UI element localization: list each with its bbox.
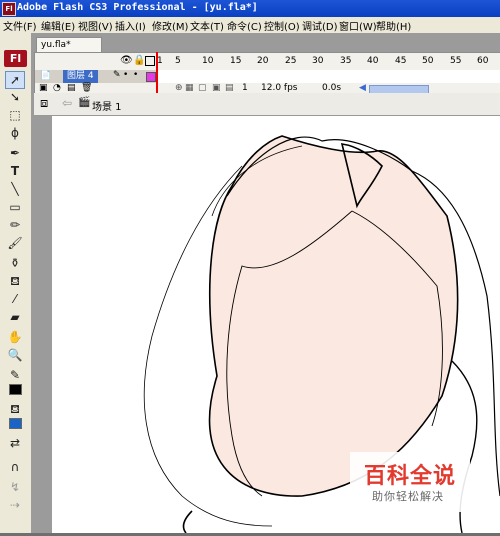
window-title: Adobe Flash CS3 Professional - [yu.fla*] bbox=[17, 2, 258, 13]
edit-bar: ⧈ ⇦ 🎬 场景 1 bbox=[34, 93, 500, 116]
flash-logo: Fl bbox=[2, 2, 16, 16]
back-arrow-icon[interactable]: ⇦ bbox=[62, 96, 72, 110]
layer-name[interactable]: 图层 4 bbox=[63, 70, 98, 83]
lock-icon[interactable]: 🔒 bbox=[133, 55, 145, 66]
line-icon[interactable]: ╲ bbox=[6, 181, 24, 197]
lasso-icon[interactable]: ϕ bbox=[6, 125, 24, 141]
face-shape bbox=[208, 135, 459, 497]
ruler-tick: 10 bbox=[202, 56, 214, 66]
menu-bar: 文件(F) 编辑(E) 视图(V) 插入(I) 修改(M) 文本(T) 命令(C… bbox=[0, 17, 500, 34]
menu-file[interactable]: 文件(F) bbox=[3, 18, 37, 33]
scene-label[interactable]: 场景 1 bbox=[92, 98, 122, 113]
frame-strip[interactable] bbox=[157, 70, 500, 83]
menu-help[interactable]: 帮助(H) bbox=[376, 18, 411, 33]
flash-logo-badge: Fl bbox=[4, 50, 27, 67]
paint-bucket-icon[interactable]: ⛾ bbox=[6, 273, 24, 289]
layer-icon: 📄 bbox=[40, 71, 52, 81]
scene-icon: 🎬 bbox=[78, 97, 91, 108]
brush-icon[interactable]: 🖌 bbox=[6, 235, 24, 251]
pen-icon[interactable]: ✒ bbox=[6, 145, 24, 161]
layer-color-swatch[interactable] bbox=[146, 72, 156, 82]
zoom-icon[interactable]: 🔍 bbox=[6, 347, 24, 363]
ruler-tick: 35 bbox=[340, 56, 352, 66]
hand-icon[interactable]: ✋ bbox=[6, 329, 24, 345]
ruler-tick: 45 bbox=[395, 56, 407, 66]
ruler-tick: 20 bbox=[257, 56, 269, 66]
playhead[interactable] bbox=[156, 52, 158, 93]
menu-debug[interactable]: 调试(D) bbox=[302, 18, 338, 33]
watermark: 百科全说 助你轻松解决 bbox=[350, 452, 470, 512]
menu-control[interactable]: 控制(O) bbox=[264, 18, 300, 33]
eraser-icon[interactable]: ▰ bbox=[6, 309, 24, 325]
ruler-tick: 15 bbox=[230, 56, 242, 66]
pencil-icon[interactable]: ✏ bbox=[6, 217, 24, 233]
menu-edit[interactable]: 编辑(E) bbox=[41, 18, 75, 33]
menu-text[interactable]: 文本(T) bbox=[190, 18, 224, 33]
fill-color-icon[interactable]: ⛾ bbox=[6, 401, 24, 417]
watermark-title: 百科全说 bbox=[364, 464, 457, 489]
ink-bottle-icon[interactable]: ⚱ bbox=[6, 255, 24, 271]
outline-icon[interactable] bbox=[145, 56, 155, 66]
watermark-subtitle: 助你轻松解决 bbox=[372, 490, 444, 503]
timeline-ruler: 1 5 10 15 20 25 30 35 40 45 50 55 60 bbox=[155, 56, 500, 69]
selection-icon[interactable]: ➚ bbox=[5, 71, 25, 89]
ruler-tick: 40 bbox=[367, 56, 379, 66]
menu-commands[interactable]: 命令(C) bbox=[227, 18, 262, 33]
toolbox: Fl ➚ ➘ ⬚ ϕ ✒ T ╲ ▭ ✏ 🖌 ⚱ ⛾ ⁄ ▰ ✋ 🔍 ✎ ⛾ ⇄… bbox=[0, 33, 32, 533]
menu-view[interactable]: 视图(V) bbox=[78, 18, 113, 33]
straighten-icon[interactable]: ⇢ bbox=[6, 497, 24, 513]
ruler-tick: 30 bbox=[312, 56, 324, 66]
menu-window[interactable]: 窗口(W) bbox=[339, 18, 377, 33]
ruler-tick: 55 bbox=[450, 56, 462, 66]
timeline-toggle-icon[interactable]: ⧈ bbox=[40, 96, 48, 111]
ruler-tick: 5 bbox=[175, 56, 181, 66]
eyedropper-icon[interactable]: ⁄ bbox=[6, 291, 24, 307]
menu-insert[interactable]: 插入(I) bbox=[115, 18, 146, 33]
lock-dot[interactable]: • bbox=[133, 70, 138, 80]
snap-icon[interactable]: ∩ bbox=[6, 459, 24, 475]
stroke-color-icon[interactable]: ✎ bbox=[6, 367, 24, 383]
ruler-tick: 50 bbox=[422, 56, 434, 66]
fill-color-swatch[interactable] bbox=[6, 417, 24, 433]
menu-modify[interactable]: 修改(M) bbox=[152, 18, 188, 33]
layer-row[interactable]: 📄 图层 4 ✎ • • bbox=[35, 70, 500, 83]
free-transform-icon[interactable]: ⬚ bbox=[6, 107, 24, 123]
stroke-color-swatch[interactable] bbox=[6, 383, 24, 399]
title-bar: Fl Adobe Flash CS3 Professional - [yu.fl… bbox=[0, 0, 500, 17]
text-icon[interactable]: T bbox=[6, 163, 24, 179]
ruler-tick: 25 bbox=[285, 56, 297, 66]
timeline-panel: 👁 🔒 1 5 10 15 20 25 30 35 40 45 50 55 60… bbox=[34, 52, 500, 95]
swap-colors-icon[interactable]: ⇄ bbox=[6, 435, 24, 451]
hair-bottom-left bbox=[182, 510, 193, 534]
rectangle-icon[interactable]: ▭ bbox=[6, 199, 24, 215]
subselection-icon[interactable]: ➘ bbox=[6, 89, 24, 105]
eye-icon[interactable]: 👁 bbox=[120, 55, 133, 66]
ruler-tick: 60 bbox=[477, 56, 489, 66]
visibility-dot[interactable]: • bbox=[123, 70, 128, 80]
smooth-icon[interactable]: ↯ bbox=[6, 479, 24, 495]
pencil-edit-icon: ✎ bbox=[113, 70, 121, 80]
document-tab[interactable]: yu.fla* bbox=[36, 37, 102, 52]
